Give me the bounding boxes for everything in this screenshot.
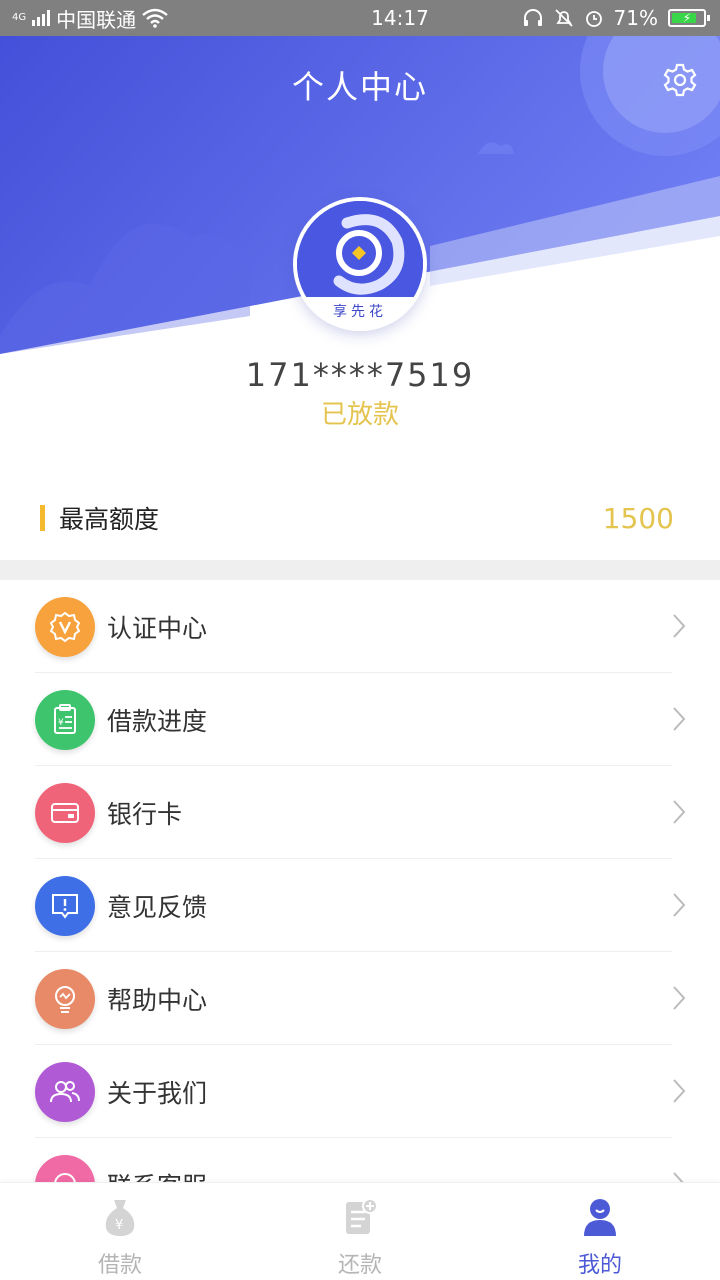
bank-card-icon	[35, 782, 95, 843]
menu-list: 认证中心 ¥ 借款进度 银行卡 意见反馈 帮助中心 关于我们	[0, 580, 720, 1231]
gear-icon	[663, 63, 697, 97]
credit-limit-row: 最高额度 1500	[0, 488, 720, 548]
battery-icon: ⚡	[668, 9, 710, 27]
chevron-right-icon	[673, 986, 686, 1010]
brand-name: 享先花	[293, 297, 427, 331]
clipboard-yen-icon: ¥	[35, 689, 95, 750]
credit-limit-value: 1500	[602, 501, 674, 535]
alarm-icon	[585, 11, 602, 27]
person-icon	[580, 1195, 620, 1239]
signal-icon	[32, 10, 51, 26]
users-icon	[35, 1061, 95, 1122]
menu-item-feedback[interactable]: 意见反馈	[0, 859, 720, 952]
credit-limit-label: 最高额度	[59, 505, 160, 534]
tab-label: 我的	[577, 1253, 622, 1278]
clock: 14:17	[371, 6, 429, 30]
section-divider	[0, 560, 720, 580]
svg-text:¥: ¥	[115, 1218, 123, 1233]
menu-item-label: 帮助中心	[107, 985, 208, 1015]
tab-label: 还款	[337, 1253, 382, 1278]
svg-text:¥: ¥	[58, 718, 64, 728]
settings-button[interactable]	[662, 62, 698, 98]
badge-v-icon	[35, 596, 95, 657]
menu-item-certification[interactable]: 认证中心	[0, 580, 720, 673]
chevron-right-icon	[673, 707, 686, 731]
bottom-tab-bar: ¥ 借款 还款 我的	[0, 1182, 720, 1280]
tab-borrow[interactable]: ¥ 借款	[0, 1183, 240, 1280]
wifi-icon	[142, 8, 168, 28]
page-title: 个人中心	[291, 68, 428, 106]
menu-item-label: 关于我们	[107, 1078, 208, 1108]
menu-item-bank-card[interactable]: 银行卡	[0, 766, 720, 859]
headset-status-icon	[523, 9, 542, 26]
battery-percent: 71%	[613, 6, 658, 30]
menu-item-help-center[interactable]: 帮助中心	[0, 952, 720, 1045]
avatar[interactable]: 享先花	[293, 197, 427, 331]
network-type: 4G	[12, 12, 27, 23]
status-bar: 4G 中国联通 14:17 71% ⚡	[0, 0, 720, 36]
chevron-right-icon	[673, 614, 686, 638]
limit-accent-bar	[40, 505, 45, 531]
mute-bell-icon	[554, 9, 573, 27]
tab-mine[interactable]: 我的	[480, 1183, 720, 1280]
menu-item-loan-progress[interactable]: ¥ 借款进度	[0, 673, 720, 766]
menu-item-label: 银行卡	[107, 799, 183, 829]
menu-item-label: 意见反馈	[107, 892, 208, 922]
feedback-icon	[35, 875, 95, 936]
loan-status: 已放款	[320, 400, 399, 430]
tab-label: 借款	[97, 1253, 142, 1278]
chevron-right-icon	[673, 800, 686, 824]
menu-item-label: 认证中心	[107, 613, 208, 643]
menu-item-about-us[interactable]: 关于我们	[0, 1045, 720, 1138]
user-phone: 171****7519	[245, 356, 475, 394]
chevron-right-icon	[673, 893, 686, 917]
bill-icon	[340, 1195, 380, 1239]
lightbulb-icon	[35, 968, 95, 1029]
tab-repay[interactable]: 还款	[240, 1183, 480, 1280]
menu-item-label: 借款进度	[107, 706, 208, 736]
carrier-name: 中国联通	[56, 7, 137, 32]
money-bag-icon: ¥	[100, 1195, 140, 1239]
chevron-right-icon	[673, 1079, 686, 1103]
